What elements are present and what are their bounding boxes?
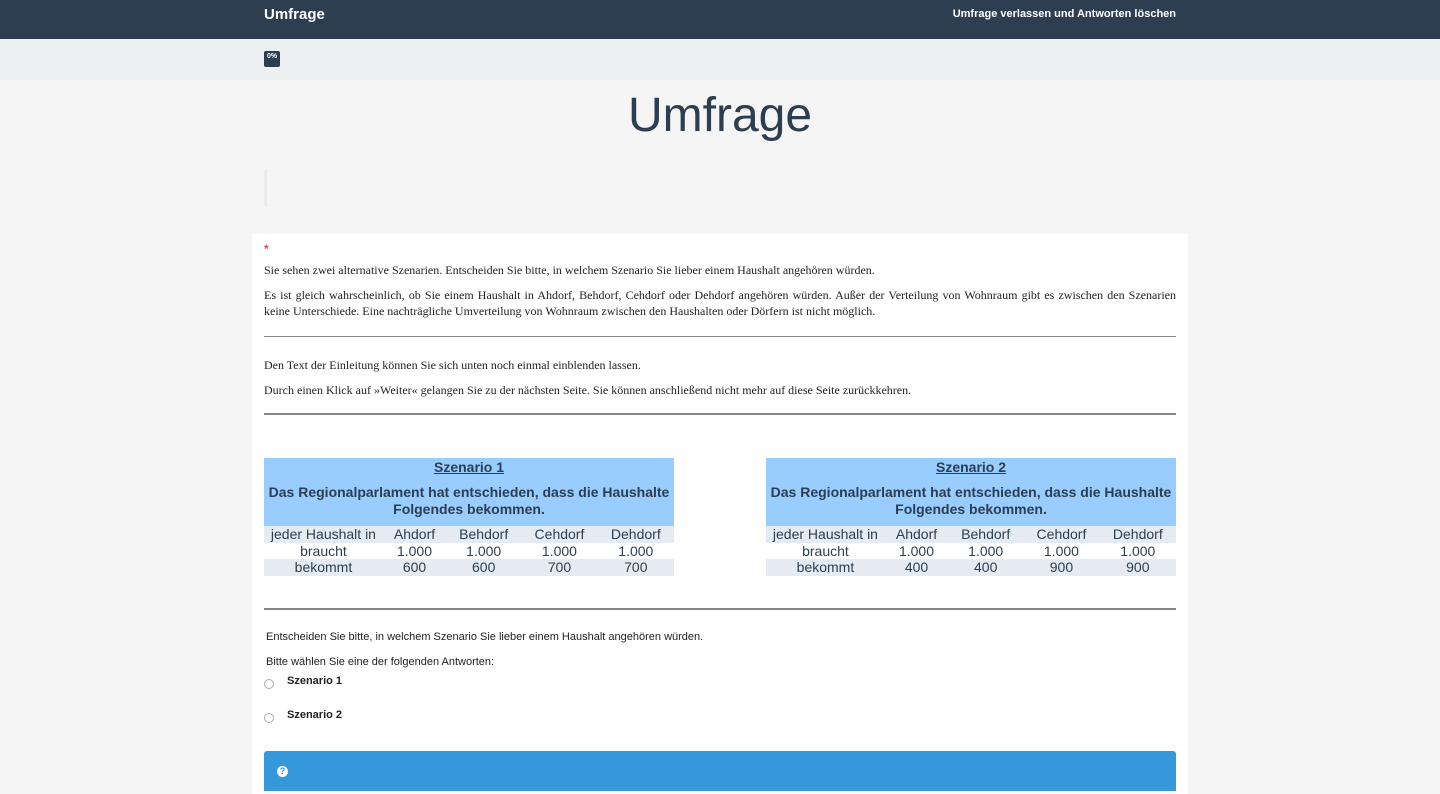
table-row: braucht 1.000 1.000 1.000 1.000 <box>766 543 1176 560</box>
table-cell: 1.000 <box>466 542 502 559</box>
table-cell: bekommt <box>264 559 383 576</box>
table-row: braucht 1.000 1.000 1.000 1.000 <box>264 543 674 560</box>
progress-indicator: 0% <box>264 51 280 67</box>
table-cell: 1.000 <box>1120 542 1156 559</box>
table-cell: 1.000 <box>396 542 433 559</box>
table-cell: 700 <box>597 559 674 576</box>
required-marker: * <box>264 242 269 256</box>
table-cell: Ahdorf <box>884 526 949 543</box>
table-cell: braucht <box>300 542 347 559</box>
note-text-1: Den Text der Einleitung können Sie sich … <box>264 358 641 372</box>
table-cell: 600 <box>446 559 522 576</box>
option-label: Szenario 2 <box>287 709 343 721</box>
intro-text-1: Sie sehen zwei alternative Szenarien. En… <box>264 263 875 277</box>
table-cell: 400 <box>884 559 949 576</box>
divider <box>264 336 1176 337</box>
table-cell: 700 <box>521 559 598 576</box>
table-cell: Cehdorf <box>1023 526 1100 543</box>
table-cell: 900 <box>1099 559 1176 576</box>
table-cell: jeder Haushalt in <box>264 526 383 543</box>
option-label: Szenario 1 <box>287 675 343 687</box>
top-navbar: Umfrage Umfrage verlassen und Antworten … <box>0 0 1440 39</box>
exit-survey-link[interactable]: Umfrage verlassen und Antworten löschen <box>953 8 1176 20</box>
scenario-title: Szenario 1 <box>433 459 505 475</box>
description-divider <box>264 170 267 206</box>
table-cell: jeder Haushalt in <box>766 526 885 543</box>
divider <box>264 413 1176 415</box>
page-title: Umfrage <box>627 89 813 142</box>
question-circle-icon[interactable]: ? <box>277 766 288 777</box>
scenario-table: jeder Haushalt in Ahdorf Behdorf Cehdorf… <box>766 526 1176 576</box>
table-cell: Cehdorf <box>521 526 598 543</box>
table-cell: 1.000 <box>618 542 654 559</box>
table-cell: braucht <box>802 542 849 559</box>
table-cell: 1.000 <box>541 542 577 559</box>
scenario-title: Szenario 2 <box>935 459 1007 475</box>
table-row: bekommt 600 600 700 700 <box>264 559 674 576</box>
progress-area: 0% <box>0 39 1440 80</box>
table-cell: Dehdorf <box>597 526 674 543</box>
table-cell: 600 <box>382 559 447 576</box>
question-card: * Sie sehen zwei alternative Szenarien. … <box>252 234 1188 794</box>
scenario-description: Das Regionalparlament hat entschieden, d… <box>268 484 670 517</box>
table-cell: Behdorf <box>948 526 1024 543</box>
divider <box>264 608 1176 610</box>
question-prompt: Entscheiden Sie bitte, in welchem Szenar… <box>266 631 704 643</box>
radio-button[interactable] <box>264 679 274 689</box>
radio-button[interactable] <box>264 713 274 723</box>
scenario-1-panel: Szenario 1 Das Regionalparlament hat ent… <box>264 458 674 576</box>
scenario-header: Szenario 1 Das Regionalparlament hat ent… <box>264 458 674 526</box>
table-cell: 1.000 <box>898 542 935 559</box>
table-cell: bekommt <box>766 559 885 576</box>
table-cell: Dehdorf <box>1099 526 1176 543</box>
scenario-description: Das Regionalparlament hat entschieden, d… <box>770 484 1172 517</box>
table-cell: 1.000 <box>1043 542 1079 559</box>
table-cell: Ahdorf <box>382 526 447 543</box>
table-header-row: jeder Haushalt in Ahdorf Behdorf Cehdorf… <box>264 526 674 543</box>
help-bar[interactable]: ? <box>264 751 1176 791</box>
table-cell: 400 <box>948 559 1024 576</box>
table-header-row: jeder Haushalt in Ahdorf Behdorf Cehdorf… <box>766 526 1176 543</box>
scenario-2-panel: Szenario 2 Das Regionalparlament hat ent… <box>766 458 1176 576</box>
scenario-header: Szenario 2 Das Regionalparlament hat ent… <box>766 458 1176 526</box>
table-cell: 900 <box>1023 559 1100 576</box>
question-instruction: Bitte wählen Sie eine der folgenden Antw… <box>266 656 495 668</box>
brand-title: Umfrage <box>264 6 325 23</box>
scenario-table: jeder Haushalt in Ahdorf Behdorf Cehdorf… <box>264 526 674 576</box>
intro-text-2: Es ist gleich wahrscheinlich, ob Sie ein… <box>264 288 1176 318</box>
note-text-2: Durch einen Klick auf »Weiter« gelangen … <box>264 383 912 397</box>
table-cell: Behdorf <box>446 526 522 543</box>
table-row: bekommt 400 400 900 900 <box>766 559 1176 576</box>
table-cell: 1.000 <box>968 542 1004 559</box>
